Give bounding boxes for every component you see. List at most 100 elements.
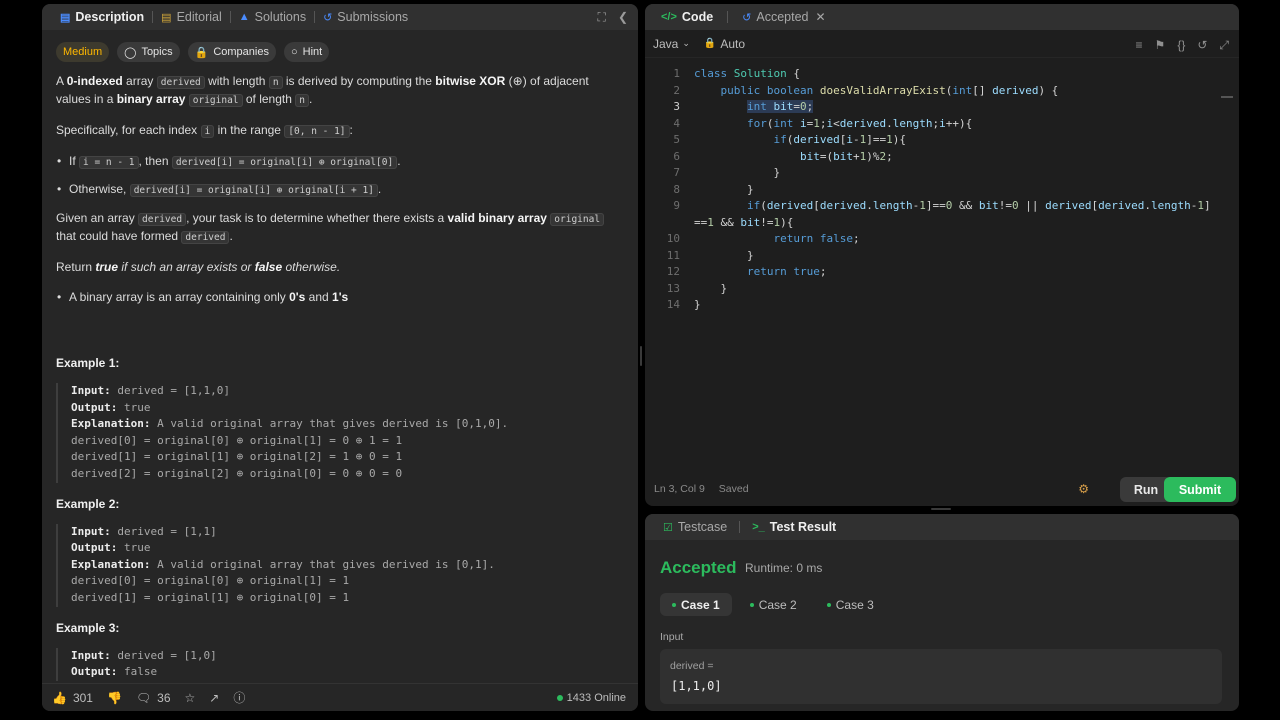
reset-icon[interactable]: ↺ — [1197, 38, 1207, 53]
code-text: } — [694, 281, 728, 295]
like-button[interactable]: 👍 301 — [52, 691, 93, 705]
tab-accepted[interactable]: ↺ Accepted ✕ — [734, 4, 833, 30]
problem-description: Medium ◯ Topics 🔒 Companies ○ Hint A 0-i… — [56, 42, 624, 681]
description-icon: ▤ — [60, 11, 71, 24]
example-3: Input: derived = [1,0] Output: false — [56, 647, 624, 681]
code-text: class Solution { — [694, 67, 800, 80]
history-icon: ↺ — [742, 11, 752, 24]
tab-code-label: Code — [681, 10, 714, 24]
list-item: A binary array is an array containing on… — [56, 289, 624, 306]
tab-solutions-label: Solutions — [254, 10, 307, 24]
tab-description[interactable]: ▤ Description — [52, 4, 152, 30]
problem-tabbar: ▤ Description ▤ Editorial ▲ Solutions ↺ … — [42, 4, 638, 30]
code-text: } — [694, 248, 754, 262]
expand-icon[interactable]: ⤢ — [1219, 38, 1229, 53]
star-icon[interactable]: ☆ — [185, 691, 196, 705]
tab-description-label: Description — [75, 10, 145, 24]
language-select[interactable]: Java ⌄ — [653, 37, 690, 51]
code-line: 7 } — [645, 165, 1239, 182]
input-var-name: derived = — [670, 660, 714, 672]
case-tab[interactable]: Case 3 — [815, 593, 886, 616]
problem-task: Given an array derived, your task is to … — [56, 210, 624, 246]
problem-statement: A 0-indexed array derived with length n … — [56, 74, 589, 107]
code-line: 6 bit=(bit+1)%2; — [645, 149, 1239, 166]
tab-editorial-label: Editorial — [176, 10, 222, 24]
code-line: 10 return false; — [645, 231, 1239, 248]
thumbs-up-icon: 👍 — [52, 690, 67, 705]
auto-toggle[interactable]: 🔒 Auto — [704, 37, 745, 51]
code-text: if(derived[i-1]==1){ — [773, 133, 906, 146]
code-line: ==1 && bit!=1){ — [645, 215, 1239, 232]
tab-code[interactable]: </> Code — [653, 4, 721, 30]
code-line: 14 } — [645, 297, 1239, 314]
problem-specifics: Specifically, for each index i in the ra… — [56, 123, 353, 138]
code-text: for(int i=1;i<derived.length;i++){ — [746, 116, 973, 130]
tab-submissions[interactable]: ↺ Submissions — [315, 4, 416, 30]
submit-button[interactable]: Submit — [1164, 477, 1236, 502]
format-icon[interactable]: ≡ — [1136, 38, 1143, 53]
case-tab[interactable]: Case 1 — [660, 593, 732, 616]
share-icon[interactable]: ↗ — [209, 691, 219, 705]
case-tab[interactable]: Case 2 — [738, 593, 809, 616]
comments-button[interactable]: 🗨 36 — [136, 691, 171, 705]
code-line: 11 } — [645, 248, 1239, 265]
case-label: Case 1 — [681, 597, 720, 612]
tab-editorial[interactable]: ▤ Editorial — [153, 4, 230, 30]
pass-dot-icon — [749, 602, 754, 607]
cursor-position: Ln 3, Col 9 — [654, 483, 705, 495]
thumbs-down-icon[interactable]: 👎 — [107, 691, 122, 705]
collapse-icon[interactable]: ❮ — [618, 10, 628, 25]
online-dot-icon — [556, 695, 563, 701]
code-text: } — [694, 298, 701, 311]
online-indicator: 1433 Online — [556, 692, 626, 704]
online-count: 1433 Online — [566, 692, 626, 704]
lock-icon: 🔒 — [194, 46, 209, 59]
tab-accepted-label: Accepted — [756, 10, 809, 24]
debug-icon[interactable]: ⚙ — [1078, 482, 1089, 496]
close-icon[interactable]: ✕ — [816, 10, 826, 24]
flask-icon: ▲ — [238, 11, 250, 23]
likes-count: 301 — [72, 690, 93, 705]
tab-test-result[interactable]: >_ Test Result — [744, 514, 844, 540]
rules-list: If i = n - 1, then derived[i] = original… — [56, 153, 624, 199]
code-text: } — [694, 166, 781, 179]
problem-footer: 👍 301 👎 🗨 36 ☆ ↗ ⓘ 1433 Online — [42, 683, 638, 711]
tab-test-result-label: Test Result — [769, 520, 837, 534]
problem-return: Return true if such an array exists or f… — [56, 260, 341, 274]
example-2-title: Example 2: — [56, 496, 120, 511]
checkbox-icon: ☑ — [663, 521, 673, 534]
problem-tags: Medium ◯ Topics 🔒 Companies ○ Hint — [56, 42, 624, 62]
code-panel: </> Code ↺ Accepted ✕ Java ⌄ 🔒 Auto ≡ ⚑ … — [645, 4, 1239, 506]
tab-divider — [727, 11, 729, 23]
save-status: Saved — [718, 483, 749, 495]
horizontal-resize-handle[interactable] — [931, 508, 951, 510]
code-line: 9 if(derived[derived.length-1]==0 && bit… — [645, 198, 1239, 215]
code-line: 12 return true; — [645, 264, 1239, 281]
difficulty-label: Medium — [63, 46, 103, 58]
tab-submissions-label: Submissions — [337, 10, 409, 24]
code-tabbar: </> Code ↺ Accepted ✕ — [645, 4, 1239, 30]
code-line: 3 int bit=0; — [645, 99, 1239, 116]
vertical-resize-handle[interactable] — [640, 346, 642, 366]
input-label: Input — [660, 631, 684, 643]
lightbulb-icon: ○ — [290, 46, 298, 58]
maximize-icon[interactable]: ⛶ — [598, 10, 606, 25]
language-label: Java — [653, 36, 679, 51]
input-box: derived = [1,1,0] — [660, 649, 1222, 704]
tab-solutions[interactable]: ▲ Solutions — [231, 4, 314, 30]
terminal-icon: >_ — [752, 521, 765, 533]
companies-chip[interactable]: 🔒 Companies — [187, 42, 276, 62]
example-1-title: Example 1: — [56, 356, 120, 370]
code-line: 8 } — [645, 182, 1239, 199]
help-icon[interactable]: ⓘ — [233, 689, 245, 706]
topics-chip[interactable]: ◯ Topics — [117, 42, 180, 62]
code-line: 1 class Solution { — [645, 66, 1239, 83]
bookmark-icon[interactable]: ⚑ — [1155, 38, 1166, 53]
code-editor[interactable]: 1 class Solution { 2 public boolean does… — [645, 66, 1239, 472]
code-text: return true; — [746, 265, 827, 278]
hint-chip[interactable]: ○ Hint — [283, 42, 330, 62]
tab-testcase[interactable]: ☑ Testcase — [655, 514, 735, 540]
pass-dot-icon — [826, 602, 831, 607]
code-icon: </> — [661, 11, 677, 23]
braces-icon[interactable]: {} — [1177, 38, 1185, 53]
